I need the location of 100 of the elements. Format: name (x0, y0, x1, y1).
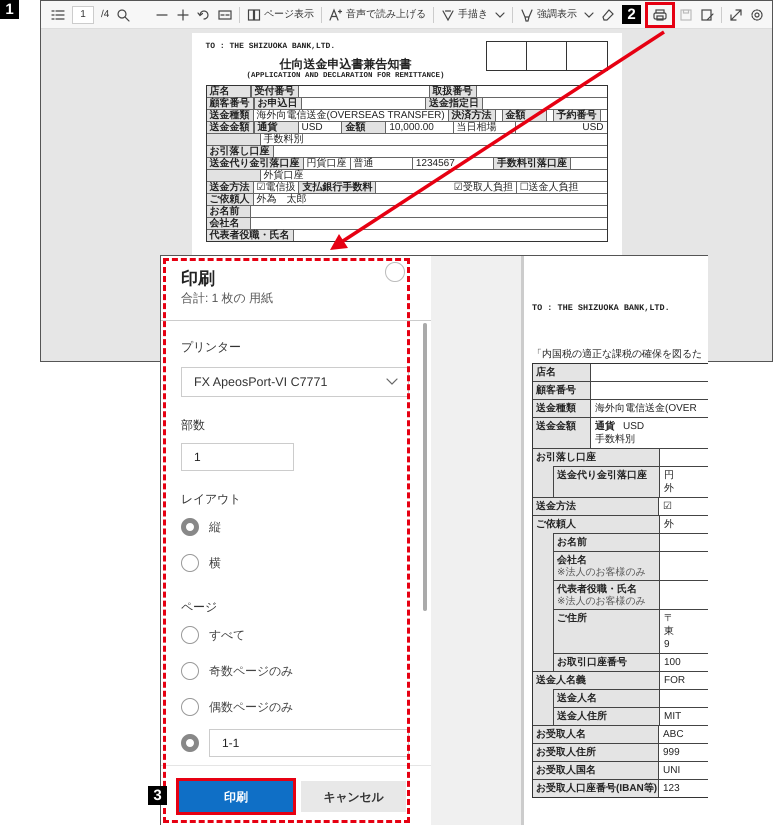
rotate-icon[interactable] (197, 8, 211, 22)
form-label: 取扱番号 (430, 86, 476, 98)
form-label: 送金方法 (206, 182, 254, 194)
form-label: 会社名 (206, 218, 250, 230)
pen-icon[interactable] (441, 8, 455, 22)
radio-button[interactable] (181, 662, 199, 680)
form-label: お受取人名 (533, 726, 659, 743)
settings-icon[interactable] (750, 8, 764, 22)
chevron-down-icon[interactable] (584, 10, 594, 20)
form-value: 1234567 (414, 158, 456, 170)
form-label: 顧客番号 (533, 382, 591, 399)
form-value: 外貨口座 (262, 170, 304, 182)
field-label: 部数 (181, 417, 206, 433)
chevron-down-icon[interactable] (495, 10, 505, 20)
highlight-button[interactable]: 強調表示 (520, 7, 577, 22)
draw-button[interactable]: 手描き (441, 7, 488, 22)
form-value: ABC (663, 728, 684, 741)
form-label: 支払銀行手数料 (299, 182, 376, 194)
form-label: お受取人国名 (533, 762, 659, 779)
form-value: ☑受取人負担 (452, 182, 514, 194)
form-label: お引落し口座 (206, 146, 274, 158)
form-value: 999 (663, 746, 680, 759)
radio-button[interactable] (181, 554, 199, 572)
eraser-icon[interactable] (601, 8, 615, 22)
form-label: 送金代り金引落口座 (206, 158, 304, 170)
form-label: 送金人住所 (554, 708, 660, 725)
field-label: レイアウト (181, 491, 242, 507)
sheet-count: 合計: 1 枚の 用紙 (181, 290, 274, 306)
form-value: 海外向電信送金(OVERSEAS TRANSFER) (256, 110, 446, 122)
form-value: 〒 (664, 612, 674, 625)
form-value: 手数料別 (264, 134, 304, 146)
scrollbar-thumb[interactable] (423, 323, 427, 611)
form-label: 金額 (342, 122, 386, 134)
form-title: 仕向送金申込書兼告知書 (278, 57, 412, 71)
print-button[interactable]: 印刷 (179, 781, 293, 812)
field-label: ページ (181, 599, 218, 615)
form-value: ☐送金人負担 (518, 182, 580, 194)
form-label: 受付番号 (252, 86, 298, 98)
form-value: USD (581, 122, 604, 134)
form-label: お受取人住所 (533, 744, 659, 761)
form-label: 送金代り金引落口座 (554, 466, 660, 497)
form-value: 100 (664, 656, 681, 669)
fit-page-icon[interactable] (218, 8, 232, 22)
search-icon[interactable] (116, 8, 130, 22)
notice-text: 「内国税の適正な課税の確保を図るた (532, 348, 703, 361)
read-aloud-button[interactable]: 音声で読み上げる (329, 7, 426, 22)
form-value: USD (623, 420, 644, 433)
form-label: お取引口座番号 (554, 654, 660, 671)
page-view-button[interactable]: ページ表示 (247, 7, 314, 22)
step-number-badge: 2 (622, 5, 641, 24)
form-label: ご住所 (554, 610, 660, 653)
form-label: ご依頼人 (206, 194, 254, 206)
addressee-text: TO : THE SHIZUOKA BANK,LTD. (206, 41, 336, 53)
form-value: 円 (664, 468, 674, 482)
form-value: 海外向電信送金(OVER (595, 402, 697, 415)
form-value: 普通 (352, 158, 374, 170)
copies-field[interactable]: 1 (181, 443, 294, 471)
zoom-in-icon[interactable] (176, 8, 190, 22)
highlighter-icon[interactable] (520, 8, 534, 22)
page-total: /4 (101, 8, 110, 22)
dialog-title: 印刷 (181, 268, 216, 290)
radio-label[interactable]: すべて (209, 626, 245, 644)
form-label: 代表者役職・氏名 (206, 230, 294, 242)
save-as-icon[interactable] (700, 8, 714, 22)
form-label: 店名 (533, 364, 591, 381)
form-label: 顧客番号 (206, 98, 254, 110)
form-value: 手数料別 (595, 432, 635, 446)
form-label: 店名 (206, 86, 250, 98)
page-range-field[interactable]: 1-1 (209, 729, 409, 757)
list-icon[interactable] (51, 8, 65, 22)
form-value: FOR (664, 674, 686, 687)
printer-select[interactable]: FX ApeosPort-VI C7771 (181, 367, 409, 397)
radio-label[interactable]: 横 (209, 554, 221, 572)
radio-button[interactable] (181, 698, 199, 716)
read-aloud-icon[interactable] (329, 8, 343, 22)
form-label: 送金種類 (533, 400, 591, 417)
radio-button[interactable] (181, 626, 199, 644)
form-label: 代表者役職・氏名 ※法人のお客様のみ (554, 580, 660, 609)
expand-icon[interactable] (729, 8, 743, 22)
radio-button[interactable] (181, 734, 199, 752)
addressee-text: TO : THE SHIZUOKA BANK,LTD. (532, 302, 671, 315)
form-label: 通貨 (254, 122, 298, 134)
form-value: USD (300, 122, 324, 134)
form-label: 予約番号 (554, 110, 601, 122)
page-view-icon[interactable] (247, 8, 261, 22)
radio-label[interactable]: 奇数ページのみ (209, 662, 293, 680)
form-label: 送金方法 (533, 498, 659, 515)
form-label: 送金金額 (533, 418, 591, 448)
form-label: お名前 (554, 534, 660, 551)
page-number-field[interactable]: 1 (72, 6, 94, 24)
radio-label[interactable]: 偶数ページのみ (209, 698, 293, 716)
cancel-button[interactable]: キャンセル (301, 781, 406, 812)
radio-label[interactable]: 縦 (209, 518, 221, 536)
print-icon (653, 8, 667, 22)
form-value: 当日相場 (456, 122, 498, 134)
form-value: 東 (664, 624, 674, 638)
radio-button[interactable] (181, 518, 199, 536)
form-label: 送金指定日 (426, 98, 483, 110)
form-label: 決済方法 (448, 110, 496, 122)
form-value: 円貨口座 (306, 158, 348, 170)
